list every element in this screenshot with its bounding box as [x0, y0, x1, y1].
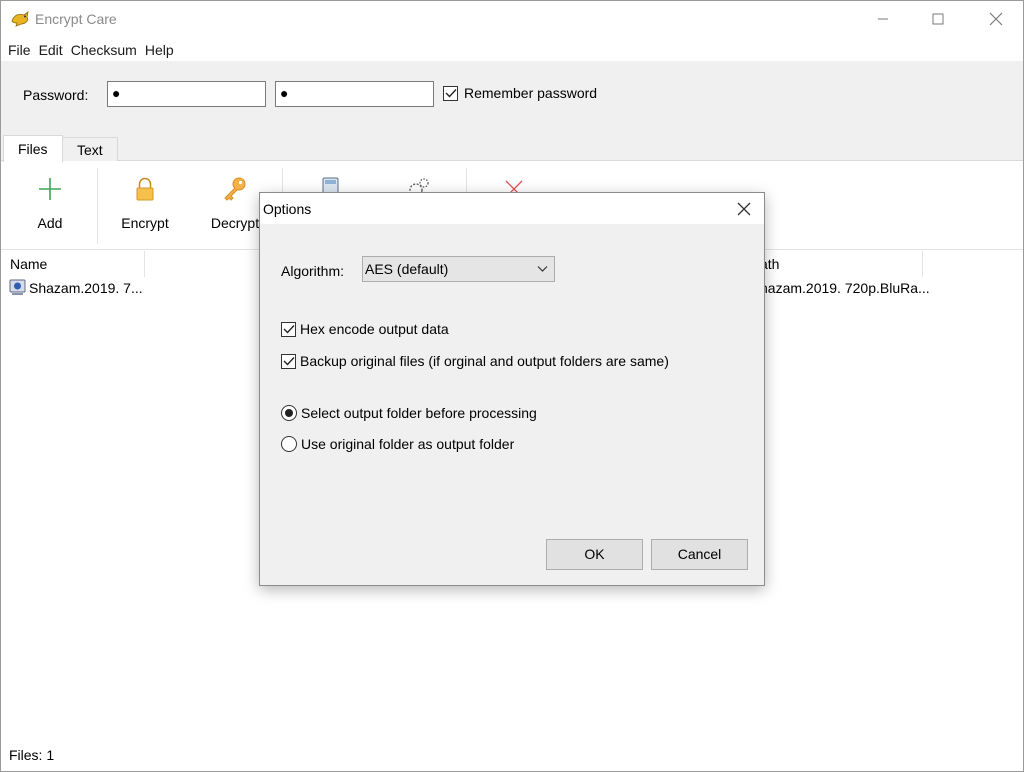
add-label: Add	[37, 215, 63, 231]
maximize-button[interactable]	[915, 1, 961, 37]
menu-checksum[interactable]: Checksum	[71, 39, 137, 61]
add-button[interactable]: Add	[7, 162, 93, 250]
radio-select-output-folder[interactable]: Select output folder before processing	[281, 405, 537, 421]
hex-encode-toggle[interactable]: Hex encode output data	[281, 321, 449, 337]
radio-select-output-button[interactable]	[281, 405, 297, 421]
key-icon	[224, 177, 246, 201]
checkmark-icon	[283, 357, 295, 366]
encrypt-label: Encrypt	[121, 215, 169, 231]
remember-password-toggle[interactable]: Remember password	[443, 85, 597, 101]
menu-help[interactable]: Help	[145, 39, 174, 61]
app-title: Encrypt Care	[35, 11, 117, 27]
backup-files-checkbox[interactable]	[281, 353, 296, 369]
backup-files-toggle[interactable]: Backup original files (if orginal and ou…	[281, 353, 669, 369]
password-input[interactable]: ●	[107, 81, 266, 107]
file-path: hazam.2019. 720p.BluRa...	[760, 280, 930, 296]
encrypt-button[interactable]: Encrypt	[102, 162, 188, 250]
file-name: Shazam.2019. 7...	[29, 280, 143, 296]
hex-encode-label: Hex encode output data	[300, 321, 449, 337]
column-header-name[interactable]: Name	[1, 251, 145, 277]
tab-strip: Files Text	[1, 135, 1023, 162]
radio-use-original-folder[interactable]: Use original folder as output folder	[281, 436, 514, 452]
toolbar-separator	[97, 168, 98, 244]
column-header-path[interactable]: ath	[746, 251, 923, 277]
menu-edit[interactable]: Edit	[39, 39, 63, 61]
radio-select-output-label: Select output folder before processing	[301, 405, 537, 421]
close-window-button[interactable]	[973, 1, 1019, 37]
status-bar: Files: 1	[1, 743, 1023, 771]
minimize-icon	[878, 18, 888, 20]
ok-button[interactable]: OK	[546, 539, 643, 570]
file-icon	[9, 279, 26, 295]
password-label: Password:	[23, 87, 89, 103]
title-bar: Encrypt Care	[1, 1, 1023, 37]
radio-use-original-label: Use original folder as output folder	[301, 436, 515, 452]
close-icon	[989, 12, 1003, 26]
options-dialog: Options Algorithm: AES (default) Hex enc…	[259, 192, 765, 586]
checkmark-icon	[283, 325, 295, 334]
radio-use-original-button[interactable]	[281, 436, 297, 452]
remember-password-label: Remember password	[464, 85, 598, 101]
menu-file[interactable]: File	[8, 39, 31, 61]
confirm-password-input[interactable]: ●	[275, 81, 434, 107]
checkmark-icon	[445, 89, 457, 98]
tab-files[interactable]: Files	[3, 135, 63, 162]
algorithm-value: AES (default)	[365, 261, 449, 277]
hex-encode-checkbox[interactable]	[281, 321, 296, 337]
password-panel: Password: ● ● Remember password	[1, 61, 1023, 135]
app-logo-icon	[11, 11, 29, 27]
remember-password-checkbox[interactable]	[443, 85, 458, 101]
close-icon	[737, 202, 751, 216]
lock-icon	[136, 177, 154, 201]
tab-text[interactable]: Text	[62, 137, 118, 161]
plus-icon	[39, 178, 61, 200]
minimize-button[interactable]	[860, 1, 906, 37]
cancel-button[interactable]: Cancel	[651, 539, 748, 570]
dialog-close-button[interactable]	[728, 197, 760, 221]
chevron-down-icon	[537, 266, 548, 272]
maximize-icon	[932, 13, 944, 25]
algorithm-label: Algorithm:	[281, 263, 345, 279]
status-text: Files: 1	[9, 747, 55, 763]
menu-bar: File Edit Checksum Help	[1, 39, 1023, 61]
dialog-title-bar: Options	[260, 193, 764, 224]
radio-selected-dot	[285, 409, 293, 417]
algorithm-select[interactable]: AES (default)	[362, 256, 555, 282]
backup-files-label: Backup original files (if orginal and ou…	[300, 353, 669, 369]
dialog-title: Options	[263, 201, 312, 217]
